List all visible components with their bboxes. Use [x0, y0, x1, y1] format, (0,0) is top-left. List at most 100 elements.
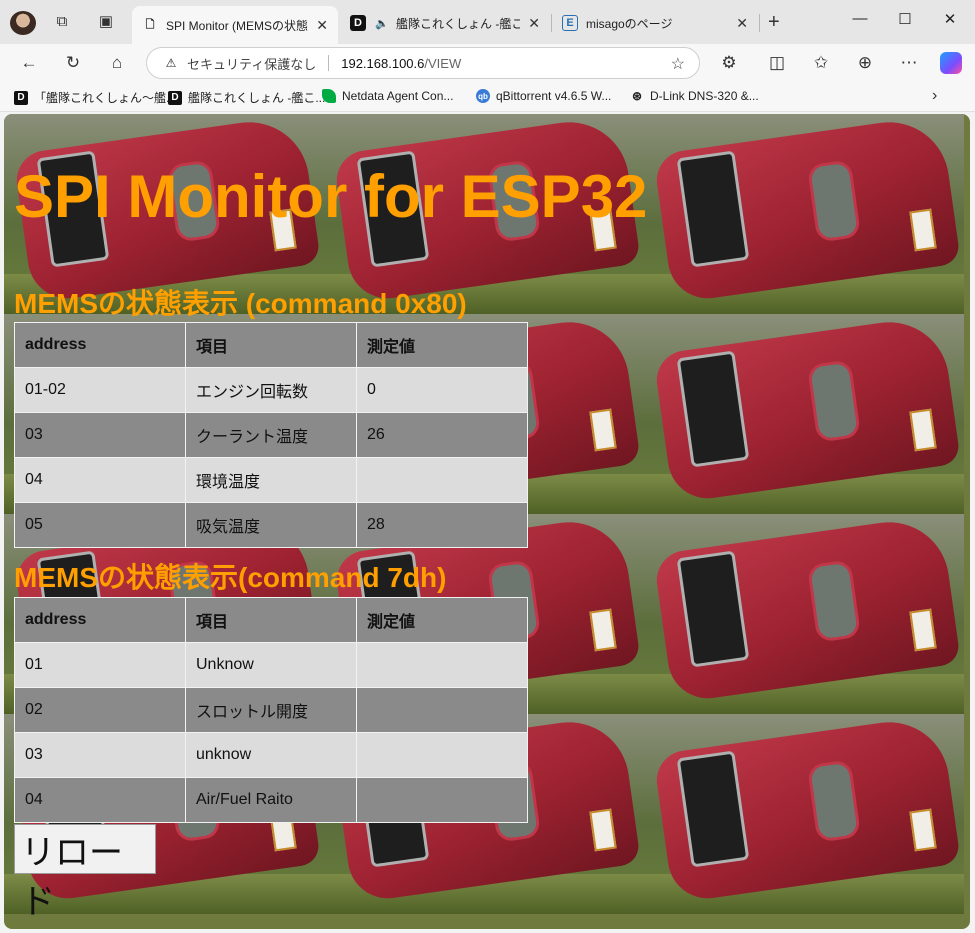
background-tile [644, 114, 964, 314]
url-host[interactable]: 192.168.100.6 [341, 56, 424, 71]
cell-value [356, 642, 528, 688]
workspaces-icon[interactable]: ⧉ [52, 12, 72, 32]
tab-spi-monitor[interactable]: 🗋 SPI Monitor (MEMSの状態表示 ✕ [132, 6, 338, 44]
table-row: 01-02 エンジン回転数 0 [14, 367, 528, 413]
cell-address: 01 [14, 642, 186, 688]
profile-avatar[interactable] [10, 11, 36, 35]
bookmark-label: Netdata Agent Con... [342, 89, 454, 103]
netdata-icon [322, 89, 336, 103]
close-icon[interactable]: ✕ [736, 15, 748, 32]
header-value: 測定値 [356, 322, 528, 368]
cell-address: 03 [14, 732, 186, 778]
mems-table-7dh: address 項目 測定値 01 Unknow 02 スロットル開度 03 u… [14, 597, 528, 823]
favorites-icon[interactable]: ✩ [810, 52, 832, 74]
header-address: address [14, 322, 186, 368]
cell-item: 環境温度 [185, 457, 357, 503]
section-title-7dh: MEMSの状態表示(command 7dh) [14, 562, 447, 593]
cell-value [356, 777, 528, 823]
qbittorrent-icon: qb [476, 89, 490, 103]
chevron-right-icon[interactable]: › [932, 87, 937, 105]
table-row: 02 スロットル開度 [14, 687, 528, 733]
security-label[interactable]: セキュリティ保護なし [187, 54, 316, 73]
d-icon: D [350, 15, 366, 31]
address-bar[interactable]: ⚠ セキュリティ保護なし 192.168.100.6/VIEW ☆ [146, 47, 700, 79]
tab-misago[interactable]: E misagoのページ ✕ [552, 6, 758, 40]
bookmark-label: 「艦隊これくしょん～艦... [34, 91, 177, 105]
bookmark-item[interactable]: Netdata Agent Con... [322, 89, 453, 103]
cell-value: 26 [356, 412, 528, 458]
table-row: 04 Air/Fuel Raito [14, 777, 528, 823]
tab-kancolle[interactable]: D 🔈 艦隊これくしょん -艦これ- ✕ [340, 6, 550, 40]
cell-address: 02 [14, 687, 186, 733]
cell-value [356, 732, 528, 778]
cell-item: エンジン回転数 [185, 367, 357, 413]
cell-item: Unknow [185, 642, 357, 688]
window-close-icon[interactable]: ✕ [940, 10, 960, 28]
dlink-icon: ⊛ [631, 89, 643, 103]
tab-title: misagoのページ [586, 16, 673, 31]
cell-item: 吸気温度 [185, 502, 357, 548]
page-icon: 🗋 [145, 18, 155, 31]
bookmarks-bar: D 「艦隊これくしょん～艦... D 艦隊これくしょん -艦こ... Netda… [0, 82, 975, 112]
collections-icon[interactable]: ⊕ [854, 52, 876, 74]
background-tile [644, 514, 964, 714]
d-icon: D [14, 90, 28, 105]
home-icon[interactable]: ⌂ [106, 52, 128, 74]
d-icon: D [168, 90, 182, 105]
cell-item: unknow [185, 732, 357, 778]
bookmark-label: D-Link DNS-320 &... [650, 89, 759, 103]
bookmark-item[interactable]: ⊛ D-Link DNS-320 &... [630, 89, 759, 103]
speaker-icon[interactable]: 🔈 [374, 15, 390, 31]
new-tab-button[interactable]: + [768, 11, 780, 34]
refresh-icon[interactable]: ↻ [62, 52, 84, 74]
extensions-icon[interactable]: ⚙ [718, 52, 740, 74]
copilot-icon[interactable] [940, 52, 962, 74]
section-title-0x80: MEMSの状態表示 (command 0x80) [14, 288, 467, 319]
cell-address: 05 [14, 502, 186, 548]
split-screen-icon[interactable]: ◫ [766, 52, 788, 74]
reload-button[interactable]: リロード [14, 824, 156, 921]
table-row: 01 Unknow [14, 642, 528, 688]
address-divider [328, 55, 330, 71]
table-header-row: address 項目 測定値 [14, 322, 528, 368]
table-row: 03 クーラント温度 26 [14, 412, 528, 458]
page-title: SPI Monitor for ESP32 [14, 163, 648, 230]
warning-icon[interactable]: ⚠ [163, 55, 179, 71]
cell-address: 03 [14, 412, 186, 458]
tab-title: SPI Monitor (MEMSの状態表示 [166, 18, 309, 33]
maximize-icon[interactable]: ☐ [895, 10, 915, 28]
bookmark-item[interactable]: D 「艦隊これくしょん～艦... [14, 89, 176, 106]
cell-item: Air/Fuel Raito [185, 777, 357, 823]
table-row: 05 吸気温度 28 [14, 502, 528, 548]
vertical-tabs-icon[interactable]: ▣ [96, 12, 116, 32]
e-icon: E [562, 15, 578, 31]
cell-address: 04 [14, 457, 186, 503]
back-icon[interactable]: ← [18, 52, 40, 74]
minimize-icon[interactable]: — [850, 10, 870, 27]
background-tile [644, 314, 964, 514]
favorite-star-icon[interactable]: ☆ [671, 54, 685, 74]
bookmark-item[interactable]: qb qBittorrent v4.6.5 W... [476, 89, 611, 103]
table-header-row: address 項目 測定値 [14, 597, 528, 643]
cell-item: スロットル開度 [185, 687, 357, 733]
cell-item: クーラント温度 [185, 412, 357, 458]
more-menu-icon[interactable]: ⋯ [898, 52, 920, 74]
table-row: 04 環境温度 [14, 457, 528, 503]
toolbar: ← ↻ ⌂ ⚠ セキュリティ保護なし 192.168.100.6/VIEW ☆ … [0, 44, 975, 82]
bookmark-item[interactable]: D 艦隊これくしょん -艦こ... [168, 89, 325, 106]
bookmark-label: qBittorrent v4.6.5 W... [496, 89, 612, 103]
url-path[interactable]: /VIEW [424, 56, 461, 71]
table-row: 03 unknow [14, 732, 528, 778]
cell-value: 28 [356, 502, 528, 548]
page-viewport: SPI Monitor for ESP32 MEMSの状態表示 (command… [4, 114, 970, 929]
mems-table-0x80: address 項目 測定値 01-02 エンジン回転数 0 03 クーラント温… [14, 322, 528, 548]
close-icon[interactable]: ✕ [316, 17, 328, 34]
tab-title: 艦隊これくしょん -艦これ- [396, 16, 521, 31]
tab-divider [759, 14, 760, 32]
header-item: 項目 [185, 597, 357, 643]
cell-value [356, 687, 528, 733]
background-tile [644, 714, 964, 914]
cell-address: 04 [14, 777, 186, 823]
close-icon[interactable]: ✕ [528, 15, 540, 32]
bookmark-label: 艦隊これくしょん -艦こ... [188, 91, 326, 105]
